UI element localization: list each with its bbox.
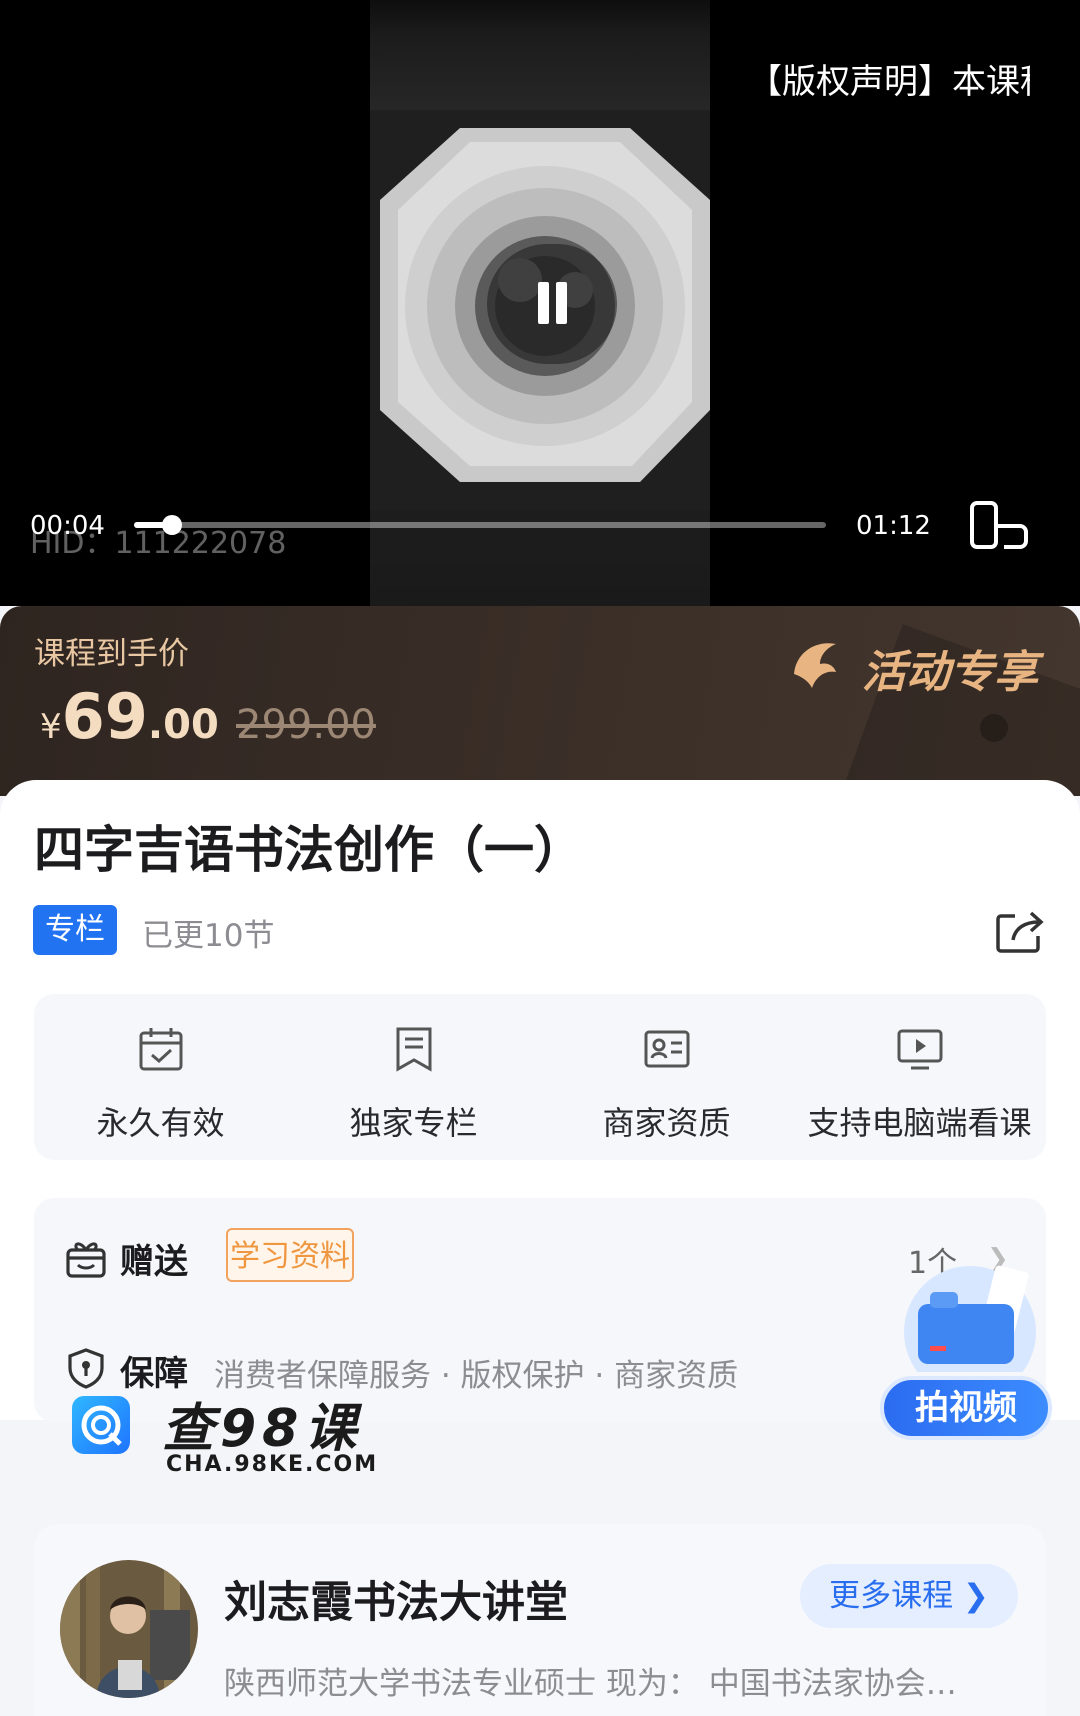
gift-icon [66,1242,106,1278]
price-decimal: .00 [147,702,219,748]
feature-label: 永久有效 [96,1104,225,1142]
feature-label: 独家专栏 [349,1104,478,1142]
shoot-video-label[interactable]: 拍视频 [880,1376,1052,1440]
feature-merchant: 商家资质 [540,994,793,1160]
current-price: ¥69.00 [40,680,219,753]
update-count: 已更10节 [142,918,275,954]
share-icon[interactable] [995,908,1045,954]
feature-lifetime: 永久有效 [34,994,287,1160]
id-card-icon [644,1030,690,1068]
pause-bar-icon [556,282,567,324]
site-watermark-url: CHA.98KE.COM [166,1452,379,1477]
teacher-photo [60,1560,198,1698]
gift-label: 赠送 [120,1242,188,1282]
shoot-video-button[interactable]: 拍视频 [880,1262,1060,1452]
site-logo-mark [81,1405,122,1446]
course-title: 四字吉语书法创作（一） [34,821,584,879]
feature-label: 商家资质 [602,1104,731,1142]
teacher-name[interactable]: 刘志霞书法大讲堂 [224,1568,568,1630]
chevron-right-icon: ❯ [953,1578,989,1614]
site-logo-icon [72,1396,130,1454]
activity-badge-label: 活动专享 [862,647,1038,698]
more-courses-button[interactable]: 更多课程 ❯ [800,1564,1018,1628]
teacher-card[interactable]: 刘志霞书法大讲堂 更多课程 ❯ 陕西师范大学书法专业硕士 现为： 中国书法家协会… [34,1524,1046,1716]
video-player[interactable]: 【版权声明】本课程 HID：111222078 00:04 01:12 [0,0,1080,606]
price-label: 课程到手价 [34,636,189,672]
total-time: 01:12 [856,511,931,541]
calendar-check-icon [139,1028,183,1071]
site-watermark-name: 查98课 [162,1399,363,1459]
original-price: 299.00 [236,702,376,748]
teacher-description: 陕西师范大学书法专业硕士 现为： 中国书法家协会… [224,1666,957,1702]
more-courses-label: 更多课程 [829,1578,954,1614]
rotate-screen-icon[interactable] [970,500,1030,550]
shield-icon [68,1348,104,1389]
currency-symbol: ¥ [40,707,62,747]
dolphin-logo-icon [794,643,836,688]
progress-handle[interactable] [162,515,183,535]
feature-label: 支持电脑端看课 [807,1104,1032,1142]
price-integer: 69 [61,680,148,753]
camera-folder-icon [904,1265,1036,1372]
monitor-play-icon [897,1029,943,1070]
price-banner: 课程到手价 ¥69.00 299.00 活动专享 [0,606,1080,796]
pause-bar-icon [538,282,549,324]
current-time: 00:04 [30,511,105,541]
bookmark-icon [396,1027,432,1072]
feature-exclusive: 独家专栏 [287,994,540,1160]
feature-pc-viewing: 支持电脑端看课 [793,994,1046,1160]
copyright-notice: 【版权声明】本课程 [748,62,1030,102]
gift-tag[interactable]: 学习资料 [226,1228,354,1282]
progress-bar[interactable] [134,515,826,535]
pause-button[interactable] [487,244,617,364]
column-tag: 专栏 [33,905,117,955]
banner-decoration [980,714,1008,742]
feature-grid: 永久有效 独家专栏 商家资质 支持电脑端看课 [34,994,1046,1160]
avatar[interactable] [60,1560,198,1698]
